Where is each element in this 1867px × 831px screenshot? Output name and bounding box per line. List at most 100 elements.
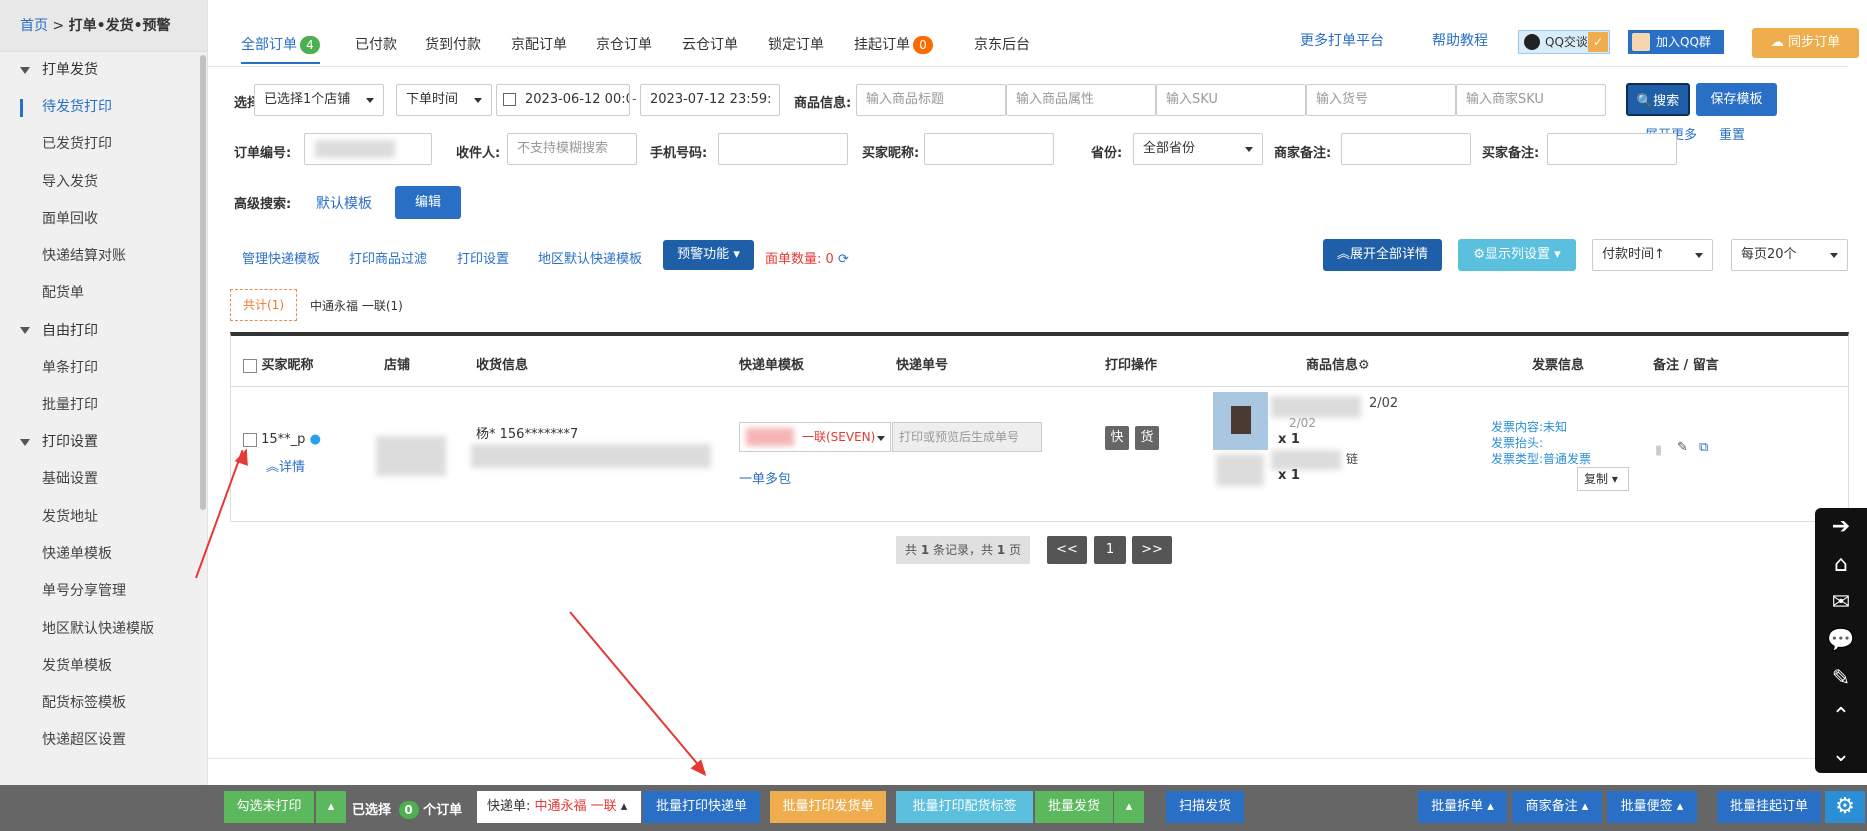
print-settings-link[interactable]: 打印设置: [457, 248, 509, 267]
batch-note-button[interactable]: 批量便签 ▴: [1607, 791, 1697, 823]
tab-hold[interactable]: 挂起订单 0: [854, 34, 933, 64]
sidebar-item-17[interactable]: 配货标签模板: [0, 685, 207, 722]
sidebar-item-6[interactable]: 配货单: [0, 275, 207, 312]
home-icon[interactable]: ⌂: [1815, 546, 1867, 584]
tab-jd-pei[interactable]: 京配订单: [511, 34, 567, 64]
tab-locked[interactable]: 锁定订单: [768, 34, 824, 64]
sidebar-item-3[interactable]: 导入发货: [0, 164, 207, 201]
waybill-input[interactable]: 打印或预览后生成单号: [892, 422, 1042, 452]
expand-all-details-button[interactable]: ︽展开全部详情: [1323, 239, 1442, 271]
time-type-select[interactable]: 下单时间: [396, 84, 492, 116]
tab-cod[interactable]: 货到付款: [425, 34, 481, 64]
sidebar-group-7[interactable]: 自由打印: [0, 313, 207, 350]
sidebar-group-0[interactable]: 打单发货: [0, 52, 207, 89]
detail-link[interactable]: ︽详情: [266, 456, 305, 475]
buyer-note-input[interactable]: [1547, 133, 1677, 165]
select-unprinted-button[interactable]: 勾选未打印: [224, 791, 314, 823]
batch-ship-dropdown[interactable]: ▴: [1114, 791, 1144, 823]
sidebar-scrollbar[interactable]: [200, 55, 206, 510]
help-link[interactable]: 帮助教程: [1432, 30, 1488, 50]
sku-input[interactable]: 输入SKU: [1156, 84, 1306, 116]
default-template-link[interactable]: 默认模板: [316, 193, 372, 213]
settings-gear-icon[interactable]: ⚙: [1825, 791, 1865, 823]
qq-chat-button[interactable]: QQ交谈 ✓: [1518, 30, 1610, 54]
pager-page-1[interactable]: 1: [1094, 536, 1126, 564]
buyer-nick-input[interactable]: [924, 133, 1054, 165]
copy-select[interactable]: 复制 ▾: [1577, 467, 1629, 491]
refresh-icon[interactable]: ⟳: [838, 252, 849, 267]
template-select[interactable]: 一联(SEVEN): [739, 422, 891, 452]
tab-jd-cang[interactable]: 京仓订单: [596, 34, 652, 64]
sync-orders-button[interactable]: ☁ 同步订单: [1752, 28, 1859, 58]
breadcrumb-home[interactable]: 首页: [20, 18, 48, 34]
batch-ship-button[interactable]: 批量发货: [1035, 791, 1113, 823]
sidebar-item-4[interactable]: 面单回收: [0, 201, 207, 238]
sort-select[interactable]: 付款时间↑: [1592, 239, 1713, 271]
sidebar-item-12[interactable]: 发货地址: [0, 499, 207, 536]
pager-prev-button[interactable]: <<: [1047, 536, 1087, 564]
envelope-icon[interactable]: ✉: [1815, 584, 1867, 622]
region-default-template-link[interactable]: 地区默认快递模板: [538, 248, 642, 267]
warning-function-button[interactable]: 预警功能 ▾: [663, 240, 754, 270]
print-filter-link[interactable]: 打印商品过滤: [349, 248, 427, 267]
sidebar-item-15[interactable]: 地区默认快递模版: [0, 611, 207, 648]
goods-attr-input[interactable]: 输入商品属性: [1006, 84, 1156, 116]
summary-total[interactable]: 共计(1): [230, 289, 297, 321]
search-button[interactable]: 🔍搜索: [1626, 83, 1690, 116]
chevron-up-icon[interactable]: ⌃: [1815, 698, 1867, 736]
sidebar-group-10[interactable]: 打印设置: [0, 424, 207, 461]
goods-thumbnail-1[interactable]: [1213, 392, 1268, 450]
chevron-down-icon[interactable]: ⌄: [1815, 736, 1867, 774]
merchant-note-button[interactable]: 商家备注 ▴: [1512, 791, 1602, 823]
merchant-note-input[interactable]: [1341, 133, 1471, 165]
comments-icon[interactable]: 💬: [1815, 622, 1867, 660]
sidebar-item-13[interactable]: 快递单模板: [0, 536, 207, 573]
merchant-sku-input[interactable]: 输入商家SKU: [1456, 84, 1606, 116]
store-select[interactable]: 已选择1个店铺: [254, 84, 384, 116]
select-unprinted-dropdown[interactable]: ▴: [316, 791, 346, 823]
province-select[interactable]: 全部省份: [1133, 133, 1263, 165]
reset-link[interactable]: 重置: [1719, 124, 1745, 143]
goods-no-input[interactable]: 输入货号: [1306, 84, 1456, 116]
goods-title-input[interactable]: 输入商品标题: [856, 84, 1006, 116]
sidebar-item-5[interactable]: 快递结算对账: [0, 238, 207, 275]
column-settings-button[interactable]: ⚙显示列设置 ▾: [1458, 239, 1576, 271]
tab-paid[interactable]: 已付款: [355, 34, 397, 64]
chat-icon[interactable]: ●: [310, 432, 321, 447]
order-no-input[interactable]: [304, 133, 432, 165]
multi-package-link[interactable]: 一单多包: [739, 468, 791, 487]
edit-icon[interactable]: ✎: [1677, 440, 1688, 455]
edit-note-icon[interactable]: ✎: [1815, 660, 1867, 698]
summary-zto[interactable]: 中通永福 一联(1): [310, 297, 403, 314]
sidebar-item-9[interactable]: 批量打印: [0, 387, 207, 424]
date-from-input[interactable]: 2023-06-12 00:00:: [496, 84, 630, 116]
per-page-select[interactable]: 每页20个: [1731, 239, 1848, 271]
manage-template-link[interactable]: 管理快递模板: [242, 248, 320, 267]
tab-jd-admin[interactable]: 京东后台: [974, 34, 1030, 64]
row-checkbox[interactable]: [243, 432, 257, 447]
arrow-right-icon[interactable]: ➔: [1815, 508, 1867, 546]
sidebar-item-14[interactable]: 单号分享管理: [0, 573, 207, 610]
batch-print-waybill-button[interactable]: 批量打印快递单: [643, 791, 760, 823]
print-waybill-button[interactable]: 快: [1105, 426, 1129, 450]
batch-print-delivery-button[interactable]: 批量打印发货单: [770, 791, 886, 823]
save-template-button[interactable]: 保存模板: [1696, 83, 1777, 116]
pager-next-button[interactable]: >>: [1132, 536, 1172, 564]
sidebar-item-18[interactable]: 快递超区设置: [0, 722, 207, 759]
receiver-input[interactable]: 不支持模糊搜索: [507, 133, 637, 165]
phone-input[interactable]: [718, 133, 848, 165]
copy-icon[interactable]: ⧉: [1699, 440, 1708, 455]
edit-button[interactable]: 编辑: [395, 186, 461, 219]
tab-yun-cang[interactable]: 云仓订单: [682, 34, 738, 64]
more-platforms-link[interactable]: 更多打单平台: [1300, 30, 1384, 50]
select-all-checkbox[interactable]: [243, 358, 257, 373]
scan-ship-button[interactable]: 扫描发货: [1166, 791, 1244, 823]
tab-all-orders[interactable]: 全部订单 4: [241, 34, 320, 64]
bookmark-icon[interactable]: ▮: [1655, 443, 1662, 458]
batch-split-button[interactable]: 批量拆单 ▴: [1418, 791, 1507, 823]
sidebar-item-1[interactable]: 待发货打印: [0, 89, 207, 126]
sidebar-item-11[interactable]: 基础设置: [0, 461, 207, 498]
date-to-input[interactable]: 2023-07-12 23:59:: [640, 84, 780, 116]
join-qq-group-button[interactable]: 加入QQ群: [1628, 30, 1724, 54]
sidebar-item-8[interactable]: 单条打印: [0, 350, 207, 387]
